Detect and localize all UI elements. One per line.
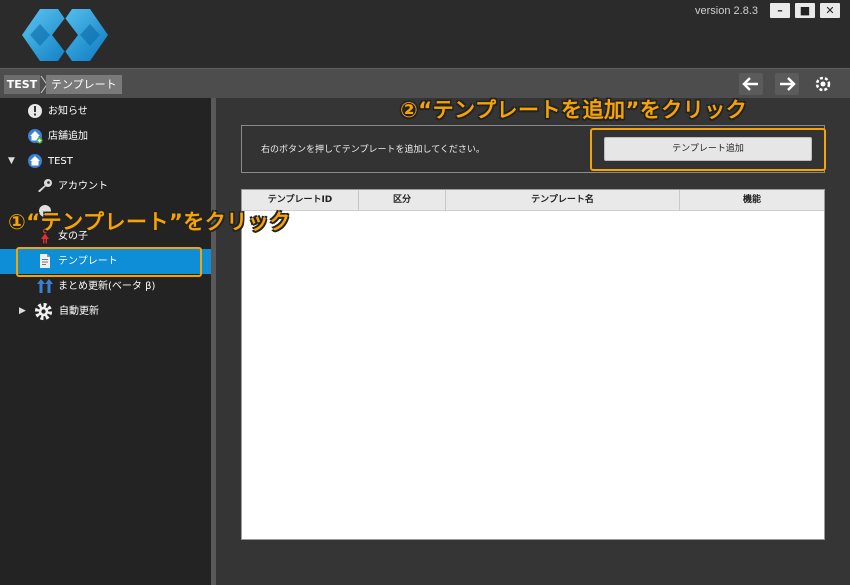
sidebar-item-label: 店舗追加: [48, 131, 88, 142]
main-panel: 右のボタンを押してテンプレートを追加してください。 テンプレート追加 テンプレー…: [216, 98, 850, 585]
expand-arrow-icon[interactable]: ▶: [19, 299, 26, 324]
version-label: version 2.8.3: [695, 5, 758, 17]
sidebar-item-notice[interactable]: お知らせ: [0, 99, 211, 124]
sidebar-item-label: まとめ更新(ベータ β): [58, 281, 156, 292]
add-store-icon: [28, 129, 43, 144]
close-button[interactable]: ✕: [820, 3, 840, 18]
sidebar-item-account[interactable]: アカウント: [0, 174, 211, 199]
callout-step1-text: ①“テンプレート”をクリック: [8, 210, 291, 234]
arrow-left-icon: [742, 77, 758, 91]
callout-highlight-template-item: [16, 247, 202, 277]
maximize-button[interactable]: ■: [795, 3, 815, 18]
sidebar: お知らせ 店舗追加 ▼ TEST アカウント 女の子 テンプレート まとめ更新(…: [0, 98, 211, 585]
sidebar-item-add-store[interactable]: 店舗追加: [0, 124, 211, 149]
sidebar-item-label: お知らせ: [48, 106, 88, 117]
forward-button[interactable]: [775, 73, 799, 95]
breadcrumb-current[interactable]: テンプレート: [46, 75, 122, 94]
bulk-update-icon: [37, 279, 53, 293]
instruction-text: 右のボタンを押してテンプレートを追加してください。: [261, 145, 485, 155]
home-icon: [28, 154, 42, 168]
table-header: テンプレートID 区分 テンプレート名 機能: [242, 190, 824, 211]
sidebar-item-label: アカウント: [58, 181, 108, 192]
column-header-function[interactable]: 機能: [680, 190, 824, 211]
info-icon: [28, 104, 42, 118]
title-bar: version 2.8.3 – ■ ✕: [0, 0, 850, 68]
minimize-button[interactable]: –: [770, 3, 790, 18]
gear-icon: [34, 302, 53, 321]
gear-icon: [815, 76, 831, 92]
app-logo: [22, 9, 108, 61]
sidebar-item-test[interactable]: ▼ TEST: [0, 149, 211, 174]
back-button[interactable]: [739, 73, 763, 95]
template-table: テンプレートID 区分 テンプレート名 機能: [241, 189, 825, 540]
column-header-template-name[interactable]: テンプレート名: [446, 190, 680, 211]
expand-arrow-icon[interactable]: ▼: [8, 149, 15, 174]
arrow-right-icon: [780, 77, 796, 91]
sidebar-item-bulk-update[interactable]: まとめ更新(ベータ β): [0, 274, 211, 299]
breadcrumb-root[interactable]: TEST: [4, 75, 40, 94]
key-icon: [38, 179, 52, 192]
sidebar-item-label: 自動更新: [59, 306, 99, 317]
callout-step2-text: ②“テンプレートを追加”をクリック: [400, 98, 748, 122]
column-header-category[interactable]: 区分: [359, 190, 446, 211]
callout-highlight-add-button: [590, 128, 826, 171]
sidebar-item-auto-update[interactable]: ▶ 自動更新: [0, 299, 211, 324]
sidebar-item-label: TEST: [48, 156, 73, 167]
settings-button[interactable]: [811, 73, 835, 95]
